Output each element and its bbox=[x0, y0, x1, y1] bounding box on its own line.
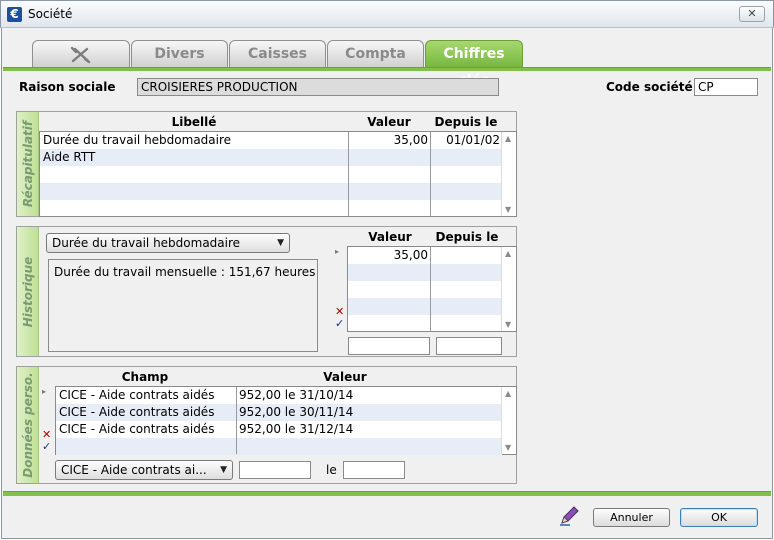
tab-band bbox=[3, 67, 771, 71]
donnees-side-label: Données perso. bbox=[17, 367, 39, 483]
row-pointer-icon: ▸ bbox=[42, 387, 47, 396]
raison-sociale-field[interactable]: CROISIERES PRODUCTION bbox=[137, 78, 499, 96]
table-row-empty bbox=[348, 281, 502, 298]
table-row-empty bbox=[56, 438, 502, 455]
table-row-empty bbox=[348, 298, 502, 315]
delete-icon[interactable]: ✕ bbox=[42, 429, 51, 440]
col-champ: Champ bbox=[121, 370, 169, 384]
chevron-down-icon: ▼ bbox=[220, 465, 227, 475]
col-depuis: Depuis le bbox=[434, 115, 498, 129]
table-row[interactable]: Durée du travail hebdomadaire 35,00 01/0… bbox=[40, 132, 502, 149]
title-bar: € Société ✕ bbox=[0, 0, 774, 28]
historique-select[interactable]: Durée du travail hebdomadaire ▼ bbox=[46, 233, 290, 253]
table-row[interactable]: CICE - Aide contrats aidés 952,00 le 31/… bbox=[56, 421, 502, 438]
historique-side-label: Historique bbox=[17, 227, 39, 356]
recap-side-label: Récapitulatif bbox=[17, 112, 39, 216]
table-row-empty bbox=[40, 183, 502, 200]
champ-select[interactable]: CICE - Aide contrats ai... ▼ bbox=[55, 460, 233, 480]
donnees-grid[interactable]: CICE - Aide contrats aidés 952,00 le 31/… bbox=[55, 386, 517, 455]
recap-group: Récapitulatif Libellé Valeur Depuis le D… bbox=[16, 111, 517, 217]
col-valeur-perso: Valeur bbox=[323, 370, 367, 384]
table-row-empty bbox=[40, 166, 502, 183]
close-button[interactable]: ✕ bbox=[739, 6, 765, 22]
col-libelle: Libellé bbox=[171, 115, 217, 129]
code-societe-label: Code société bbox=[606, 80, 693, 94]
app-icon: € bbox=[7, 7, 22, 22]
window-title: Société bbox=[28, 7, 73, 21]
cancel-button[interactable]: Annuler bbox=[593, 508, 670, 527]
tab-compta[interactable]: Compta bbox=[327, 40, 424, 68]
check-icon[interactable]: ✓ bbox=[42, 441, 51, 452]
donnees-group: Données perso. Champ Valeur ▸ ✕ ✓ CICE -… bbox=[16, 366, 517, 484]
recap-grid[interactable]: Durée du travail hebdomadaire 35,00 01/0… bbox=[39, 131, 517, 217]
table-row[interactable]: CICE - Aide contrats aidés 952,00 le 31/… bbox=[56, 387, 502, 404]
tools-icon bbox=[70, 46, 91, 64]
historique-grid[interactable]: 35,00 ▲ ▼ bbox=[347, 246, 517, 332]
historique-scrollbar[interactable]: ▲ ▼ bbox=[501, 247, 516, 331]
hist-col-depuis: Depuis le bbox=[435, 230, 499, 244]
raison-sociale-label: Raison sociale bbox=[19, 80, 116, 94]
table-row[interactable]: 35,00 bbox=[348, 247, 502, 264]
hist-depuis-input[interactable] bbox=[436, 337, 502, 355]
tab-chiffres-cles[interactable]: Chiffres clés bbox=[425, 40, 523, 89]
pencil-icon[interactable] bbox=[558, 505, 580, 527]
chevron-down-icon: ▼ bbox=[277, 238, 284, 248]
table-row[interactable]: Aide RTT bbox=[40, 149, 502, 166]
donnees-scrollbar[interactable]: ▲ ▼ bbox=[501, 387, 516, 454]
ok-button[interactable]: OK bbox=[680, 508, 758, 527]
footer-band bbox=[3, 491, 771, 496]
check-icon[interactable]: ✓ bbox=[335, 318, 344, 329]
table-row-empty bbox=[348, 264, 502, 281]
delete-icon[interactable]: ✕ bbox=[335, 306, 344, 317]
tab-caisses[interactable]: Caisses bbox=[229, 40, 326, 68]
tab-divers[interactable]: Divers bbox=[131, 40, 228, 68]
table-row[interactable]: CICE - Aide contrats aidés 952,00 le 30/… bbox=[56, 404, 502, 421]
donnees-date-input[interactable] bbox=[343, 461, 405, 479]
info-panel: Durée du travail mensuelle : 151,67 heur… bbox=[48, 259, 318, 352]
donnees-valeur-input[interactable] bbox=[239, 461, 311, 479]
hist-valeur-input[interactable] bbox=[348, 337, 430, 355]
historique-group: Historique Durée du travail hebdomadaire… bbox=[16, 226, 517, 357]
code-societe-field[interactable]: CP bbox=[694, 78, 758, 96]
col-valeur: Valeur bbox=[367, 115, 411, 129]
tab-icon-general[interactable] bbox=[32, 40, 130, 68]
recap-scrollbar[interactable]: ▲ ▼ bbox=[501, 132, 516, 216]
hist-col-valeur: Valeur bbox=[368, 230, 412, 244]
row-pointer-icon: ▸ bbox=[335, 247, 340, 256]
le-label: le bbox=[326, 463, 337, 477]
